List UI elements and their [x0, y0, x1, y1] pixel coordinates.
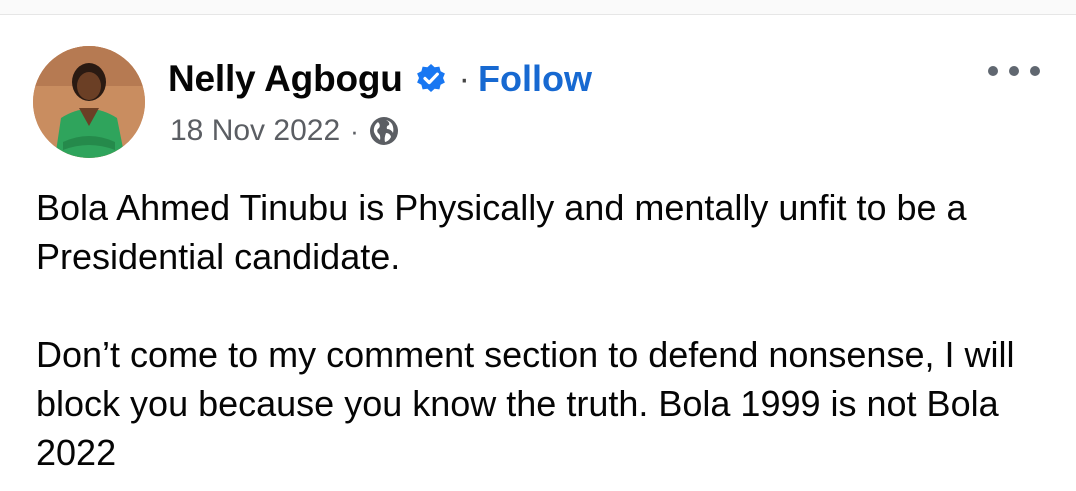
post-meta: 18 Nov 2022 ·	[170, 110, 399, 152]
avatar[interactable]	[33, 46, 145, 158]
post-body: Bola Ahmed Tinubu is Physically and ment…	[36, 183, 1051, 477]
more-options-dot	[1030, 66, 1040, 76]
more-options-icon	[988, 66, 998, 76]
follow-button[interactable]: Follow	[478, 58, 592, 100]
globe-icon	[369, 116, 399, 146]
author-name[interactable]: Nelly Agbogu	[168, 58, 403, 100]
separator-dot: ·	[458, 59, 470, 98]
verified-badge-icon	[415, 63, 447, 95]
post-card: Nelly Agbogu · Follow 18 Nov 2022 · Bola…	[0, 0, 1076, 491]
more-options-dot	[1009, 66, 1019, 76]
post-paragraph-1: Bola Ahmed Tinubu is Physically and ment…	[36, 187, 967, 277]
author-line: Nelly Agbogu · Follow	[168, 56, 592, 102]
post-paragraph-2: Don’t come to my comment section to defe…	[36, 334, 1015, 473]
profile-photo-icon	[33, 46, 145, 158]
post-timestamp[interactable]: 18 Nov 2022	[170, 114, 340, 148]
more-options-button[interactable]	[988, 56, 1040, 86]
meta-separator-dot: ·	[350, 115, 359, 146]
